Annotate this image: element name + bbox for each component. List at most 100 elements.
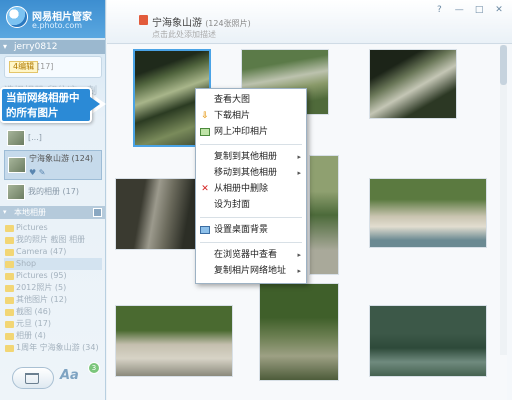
folder-icon bbox=[5, 285, 14, 292]
folder-item[interactable]: 其他图片 (12) bbox=[4, 294, 102, 306]
submenu-arrow-icon: ▸ bbox=[297, 267, 301, 275]
folder-icon bbox=[5, 273, 14, 280]
folder-item[interactable]: 截图 (46) bbox=[4, 306, 102, 318]
folder-label: 2012照片 (5) bbox=[16, 283, 67, 292]
menu-item-label: 设为封面 bbox=[214, 200, 251, 210]
user-status-box[interactable]: 4编辑 [17] bbox=[4, 56, 102, 78]
menu-item-set-cover[interactable]: 设为封面 bbox=[196, 198, 306, 212]
photo-thumbnail[interactable] bbox=[259, 283, 339, 381]
menu-item-label: 复制相片网络地址 bbox=[214, 266, 287, 276]
folder-label: Shop bbox=[16, 259, 37, 268]
photo-thumbnail[interactable] bbox=[115, 305, 233, 377]
folder-label: 截图 (46) bbox=[16, 307, 51, 316]
context-menu: 查看大图 ⇩ 下载相片 网上冲印相片 复制到其他相册 ▸ 移动到其他相册 ▸ ✕… bbox=[195, 88, 307, 284]
album-item[interactable]: 我的相册 (17) bbox=[4, 182, 102, 202]
folder-item[interactable]: Pictures (95) bbox=[4, 270, 102, 282]
folder-item[interactable]: Shop bbox=[4, 258, 102, 270]
scrollbar[interactable] bbox=[500, 45, 507, 355]
user-account-row[interactable]: ▾ jerry0812 bbox=[0, 40, 105, 54]
album-icon bbox=[139, 15, 148, 25]
callout-arrow-inner bbox=[86, 94, 100, 114]
menu-separator bbox=[200, 144, 302, 145]
folder-icon bbox=[5, 309, 14, 316]
folder-label: Camera (47) bbox=[16, 247, 67, 256]
menu-item-label: 查看大图 bbox=[214, 95, 251, 105]
delete-icon: ✕ bbox=[201, 184, 209, 194]
menu-item-label: 复制到其他相册 bbox=[214, 152, 278, 162]
sidebar: 网易相片管家 e.photo.com ▾ jerry0812 4编辑 [17] … bbox=[0, 0, 106, 400]
menu-item-label: 移动到其他相册 bbox=[214, 168, 278, 178]
folder-icon bbox=[5, 345, 14, 352]
menu-item-download[interactable]: ⇩ 下载相片 bbox=[196, 109, 306, 123]
help-button[interactable]: ? bbox=[432, 4, 446, 16]
menu-item-copy-url[interactable]: 复制相片网络地址 ▸ bbox=[196, 264, 306, 278]
submenu-arrow-icon: ▸ bbox=[297, 153, 301, 161]
album-description[interactable]: 点击此处添加描述 bbox=[152, 29, 216, 40]
album-title[interactable]: 宁海象山游 (124张照片) bbox=[152, 14, 251, 29]
scrollbar-thumb[interactable] bbox=[500, 45, 507, 85]
menu-item-view-in-browser[interactable]: 在浏览器中查看 ▸ bbox=[196, 248, 306, 262]
folder-label: 元旦 (17) bbox=[16, 319, 51, 328]
album-thumbnail bbox=[8, 157, 26, 173]
main-panel: 宁海象山游 (124张照片) 点击此处添加描述 ? — □ ✕ bbox=[107, 0, 512, 400]
album-title-text: 宁海象山游 bbox=[152, 18, 202, 29]
menu-item-set-wallpaper[interactable]: 设置桌面背景 bbox=[196, 223, 306, 237]
album-item[interactable]: [...] bbox=[4, 128, 102, 148]
submenu-arrow-icon: ▸ bbox=[297, 251, 301, 259]
folder-item[interactable]: 相册 (4) bbox=[4, 330, 102, 342]
close-button[interactable]: ✕ bbox=[492, 4, 506, 16]
photo-grid bbox=[107, 45, 507, 400]
wallpaper-icon bbox=[200, 226, 210, 234]
photo-thumbnail[interactable] bbox=[115, 178, 203, 250]
folder-label: Pictures bbox=[16, 223, 48, 232]
menu-separator bbox=[200, 242, 302, 243]
folder-icon bbox=[5, 225, 14, 232]
trash-icon bbox=[25, 373, 39, 384]
menu-item-copy-to-album[interactable]: 复制到其他相册 ▸ bbox=[196, 150, 306, 164]
status-text: [17] bbox=[37, 62, 54, 71]
chevron-down-icon: ▾ bbox=[3, 208, 7, 216]
menu-item-move-to-album[interactable]: 移动到其他相册 ▸ bbox=[196, 166, 306, 180]
photo-thumbnail[interactable] bbox=[369, 49, 457, 119]
album-thumbnail bbox=[7, 184, 25, 200]
folder-item[interactable]: Pictures bbox=[4, 222, 102, 234]
folder-icon bbox=[5, 333, 14, 340]
folder-label: 其他图片 (12) bbox=[16, 295, 67, 304]
folder-item[interactable]: 元旦 (17) bbox=[4, 318, 102, 330]
chevron-down-icon: ▾ bbox=[3, 42, 8, 51]
notification-badge[interactable]: 3 bbox=[88, 362, 100, 374]
submenu-arrow-icon: ▸ bbox=[297, 169, 301, 177]
footer-logo: Aa bbox=[60, 368, 79, 383]
menu-item-label: 在浏览器中查看 bbox=[214, 250, 278, 260]
photo-thumbnail[interactable] bbox=[369, 178, 487, 248]
trash-button[interactable] bbox=[12, 367, 54, 389]
local-albums-label: 本地相册 bbox=[14, 208, 46, 217]
menu-item-print-online[interactable]: 网上冲印相片 bbox=[196, 125, 306, 139]
menu-item-label: 下载相片 bbox=[214, 111, 251, 121]
local-albums-header[interactable]: ▾ 本地相册 bbox=[0, 206, 105, 219]
folder-item[interactable]: 我的照片 截图 相册 bbox=[4, 234, 102, 246]
menu-item-label: 从相册中删除 bbox=[214, 184, 269, 194]
folder-icon bbox=[5, 237, 14, 244]
menu-item-label: 设置桌面背景 bbox=[214, 225, 269, 235]
album-label: 宁海象山游 (124) bbox=[29, 154, 94, 163]
album-action-icons[interactable]: ♥ ✎ bbox=[29, 166, 45, 180]
photo-thumbnail[interactable] bbox=[309, 155, 339, 275]
album-item-selected[interactable]: 宁海象山游 (124) ♥ ✎ bbox=[4, 150, 102, 180]
window-controls: ? — □ ✕ bbox=[429, 4, 506, 16]
minimize-button[interactable]: — bbox=[452, 4, 466, 16]
folder-item[interactable]: Camera (47) bbox=[4, 246, 102, 258]
app-url: e.photo.com bbox=[32, 21, 83, 30]
photo-thumbnail[interactable] bbox=[369, 305, 487, 377]
folder-label: 我的照片 截图 相册 bbox=[16, 235, 86, 244]
folder-item[interactable]: 1周年 宁海象山游 (34) bbox=[4, 342, 102, 354]
album-label: 我的相册 (17) bbox=[28, 187, 79, 196]
menu-item-view-large[interactable]: 查看大图 bbox=[196, 93, 306, 107]
menu-item-delete-from-album[interactable]: ✕ 从相册中删除 bbox=[196, 182, 306, 196]
maximize-button[interactable]: □ bbox=[472, 4, 486, 16]
username: jerry0812 bbox=[14, 42, 58, 52]
folder-item[interactable]: 2012照片 (5) bbox=[4, 282, 102, 294]
menu-item-label: 网上冲印相片 bbox=[214, 127, 269, 137]
add-folder-icon[interactable] bbox=[93, 208, 102, 217]
folder-label: Pictures (95) bbox=[16, 271, 67, 280]
